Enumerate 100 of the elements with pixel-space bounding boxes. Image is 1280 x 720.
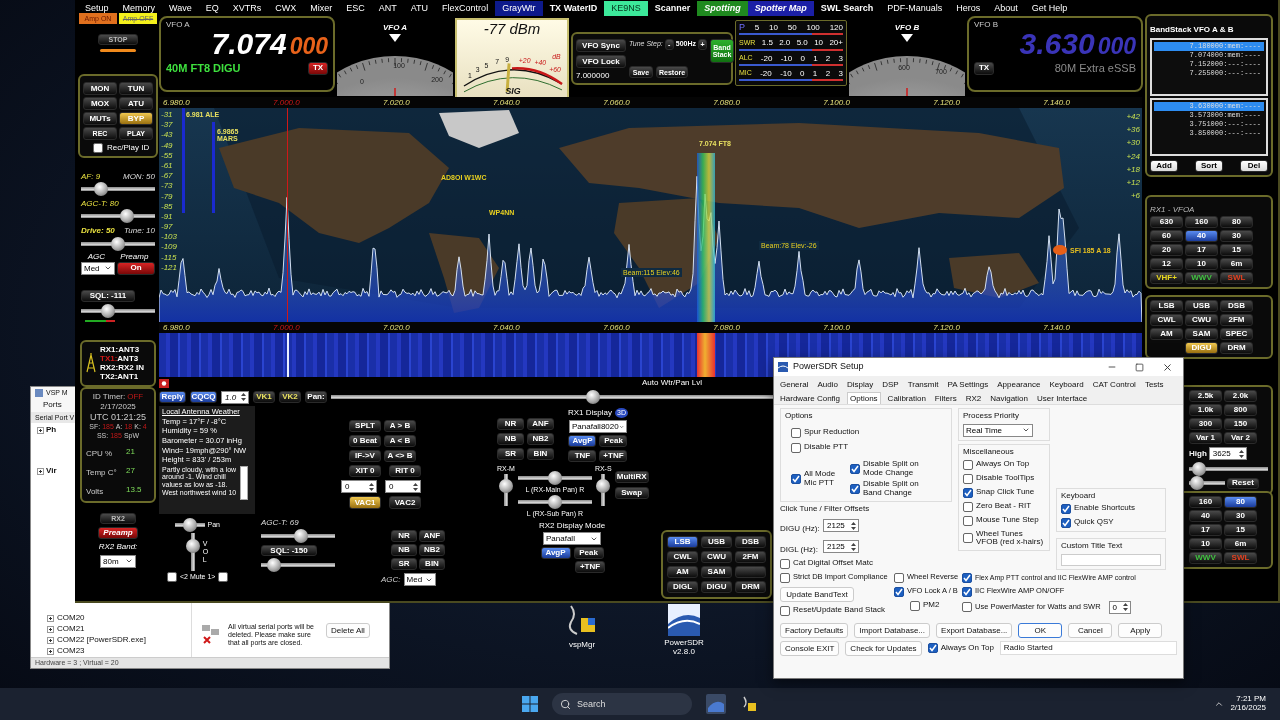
menu-item[interactable]: SWL Search [813, 0, 881, 16]
mode-button[interactable]: 2FM [1220, 314, 1253, 326]
settings-tab[interactable]: Hardware Config [778, 393, 843, 404]
rx2-band-select[interactable]: 80m [100, 554, 136, 568]
checkbox-label[interactable]: Disable Split on Mode Change [863, 459, 923, 478]
checkbox[interactable] [791, 442, 801, 453]
band-button[interactable]: WWV [1185, 272, 1218, 284]
custom-title-field[interactable] [1061, 553, 1161, 566]
settings-tab[interactable]: Transmit [905, 379, 941, 390]
dsp-button[interactable]: SR [391, 558, 417, 570]
checkbox-label[interactable]: Cat Digital Offset Matc [793, 559, 873, 569]
band-button[interactable]: 160 [1185, 216, 1218, 228]
mode-button[interactable]: SPEC [1220, 328, 1253, 340]
dsp-button[interactable]: SR [497, 448, 524, 460]
settings-tab[interactable]: Appearance [995, 379, 1043, 390]
band-button[interactable]: 40 [1185, 230, 1218, 242]
tray-chevron-icon[interactable] [1214, 699, 1225, 709]
settings-tab[interactable]: General [778, 379, 811, 390]
clock-date[interactable]: 2/16/2025 [1230, 704, 1266, 713]
settings-tab[interactable]: RX2 [963, 393, 984, 404]
checkbox[interactable] [780, 558, 790, 569]
scrollbar[interactable] [240, 465, 248, 500]
menu-item[interactable]: ESC [339, 0, 372, 16]
mode-button[interactable]: CWL [1150, 314, 1183, 326]
display-button[interactable]: +TNF [575, 561, 605, 574]
checkbox-label[interactable]: Wheel Tunes VFOB (red x-hairs) [976, 529, 1045, 548]
filter-button[interactable]: 1.0k [1189, 404, 1222, 416]
cw-button[interactable]: Reply [159, 391, 186, 403]
checkbox[interactable] [1061, 503, 1071, 514]
band-button[interactable]: 17 [1185, 244, 1218, 256]
checkbox-label[interactable]: Quick QSY [1074, 518, 1114, 528]
squelch-label[interactable]: SQL: -111 [81, 289, 135, 302]
checkbox[interactable] [218, 572, 229, 582]
checkbox-label[interactable]: Reset/Update Band Stack [793, 606, 886, 615]
clock-time[interactable]: 7:21 PM [1236, 695, 1266, 704]
checkbox[interactable] [962, 602, 972, 613]
menu-item[interactable]: PDF-Manuals [880, 0, 950, 16]
slider-thumb[interactable] [547, 495, 562, 510]
slider-thumb[interactable] [294, 529, 308, 544]
band-button[interactable]: WWV [1189, 552, 1222, 564]
dsp-button[interactable]: ANF [527, 418, 554, 430]
band-button[interactable]: 630 [1150, 216, 1183, 228]
checkbox-label[interactable]: Disable Split on Band Change [863, 480, 923, 498]
dialog-button[interactable]: Check for Updates [845, 640, 922, 656]
vfo-sync-button[interactable]: VFO Sync [576, 39, 626, 52]
expander-icon[interactable] [47, 625, 54, 633]
checkbox-label[interactable]: Mouse Tune Step [976, 516, 1039, 525]
settings-tab[interactable]: Filters [932, 393, 959, 404]
expander-icon[interactable] [37, 467, 44, 475]
windows-start-icon[interactable] [522, 696, 538, 712]
checkbox-label[interactable]: Spur Reduction [804, 428, 860, 438]
settings-tab[interactable]: Keyboard [1047, 379, 1086, 390]
tree-item[interactable]: COM21 [57, 624, 85, 634]
band-button[interactable]: 10 [1189, 538, 1222, 550]
function-button[interactable]: ATU [119, 97, 153, 110]
checkbox[interactable] [791, 427, 801, 438]
checkbox[interactable] [962, 586, 972, 597]
reset-button[interactable]: Reset [1227, 477, 1259, 489]
dialog-button[interactable]: Console EXIT [780, 640, 840, 656]
band-button[interactable]: 10 [1185, 258, 1218, 270]
rx2-agc-select[interactable]: Med [403, 573, 436, 586]
checkbox[interactable] [1061, 517, 1071, 528]
close-icon[interactable] [1162, 361, 1173, 373]
search-field[interactable]: Search [552, 693, 692, 715]
filter-button[interactable]: 2.0k [1224, 390, 1257, 402]
menu-item[interactable]: Memory [115, 0, 163, 16]
dsp-button[interactable]: BIN [419, 558, 445, 570]
bandstack-button[interactable]: Add [1150, 160, 1178, 172]
mode-button[interactable]: SAM [1185, 328, 1218, 340]
dialog-button[interactable]: Cancel [1068, 622, 1113, 638]
checkbox[interactable] [894, 572, 904, 583]
band-button[interactable]: 20 [1150, 244, 1183, 256]
filter-button[interactable]: 800 [1224, 404, 1257, 416]
display-button[interactable]: AvgP [568, 435, 597, 448]
band-button[interactable]: 6m [1220, 258, 1253, 270]
mode-button[interactable]: CWL [667, 551, 698, 563]
checkbox[interactable] [850, 463, 860, 474]
menu-item[interactable]: Get Help [1024, 0, 1075, 16]
checkbox[interactable] [910, 600, 920, 611]
mode-button[interactable]: AM [667, 566, 698, 578]
dialog-button[interactable]: Import Database... [854, 622, 931, 638]
voice-keyer-button[interactable]: VK1 [253, 391, 275, 403]
dialog-button[interactable]: Factory Defaults [780, 622, 849, 638]
tree-item[interactable]: COM23 [57, 646, 85, 656]
checkbox-label[interactable]: Always On Top [940, 643, 994, 653]
menu-item[interactable]: Spotter Map [747, 0, 814, 16]
slider-thumb[interactable] [100, 303, 115, 318]
menu-item[interactable]: XVTRs [225, 0, 269, 16]
mode-button[interactable]: AM [1150, 328, 1183, 340]
dsp-button[interactable]: NB2 [419, 544, 445, 556]
rx2-preamp-button[interactable]: Preamp [98, 527, 138, 540]
mode-button[interactable]: SAM [701, 566, 732, 578]
vfo-function-button[interactable]: A < B [384, 435, 416, 447]
display-button[interactable]: +TNF [599, 450, 628, 463]
band-button[interactable]: 160 [1189, 496, 1222, 508]
function-button[interactable]: MOX [83, 97, 117, 110]
menu-item[interactable]: FlexControl [435, 0, 496, 16]
display-button[interactable]: Peak [599, 435, 628, 448]
slider-thumb[interactable] [547, 471, 562, 486]
slider-thumb[interactable] [185, 539, 200, 553]
